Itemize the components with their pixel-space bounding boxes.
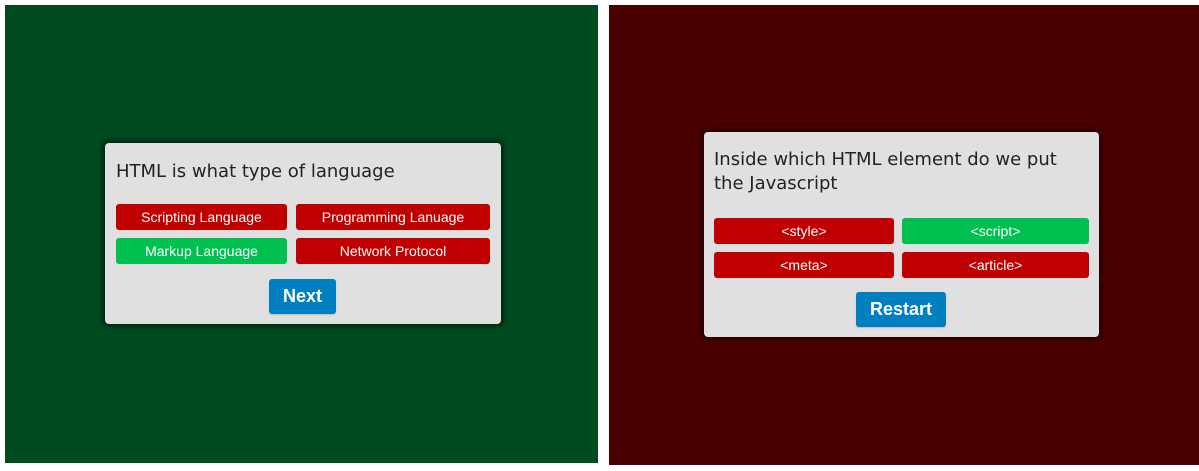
answer-button-network-protocol[interactable]: Network Protocol — [296, 238, 490, 264]
quiz-card: Inside which HTML element do we put the … — [704, 132, 1099, 337]
question-text: HTML is what type of language — [116, 161, 395, 182]
next-button[interactable]: Next — [269, 279, 336, 314]
answer-button-script[interactable]: <script> — [902, 218, 1089, 244]
quiz-card: HTML is what type of language Scripting … — [105, 143, 501, 324]
question-text: Inside which HTML element do we put the … — [714, 149, 1057, 194]
answer-button-scripting-language[interactable]: Scripting Language — [116, 204, 287, 230]
answer-button-article[interactable]: <article> — [902, 252, 1089, 278]
answer-button-meta[interactable]: <meta> — [714, 252, 894, 278]
answer-button-markup-language[interactable]: Markup Language — [116, 238, 287, 264]
quiz-screen-wrong: Inside which HTML element do we put the … — [609, 5, 1199, 465]
quiz-screen-correct: HTML is what type of language Scripting … — [5, 5, 598, 463]
restart-button[interactable]: Restart — [856, 292, 946, 327]
answer-button-style[interactable]: <style> — [714, 218, 894, 244]
answer-button-programming-language[interactable]: Programming Lanuage — [296, 204, 490, 230]
